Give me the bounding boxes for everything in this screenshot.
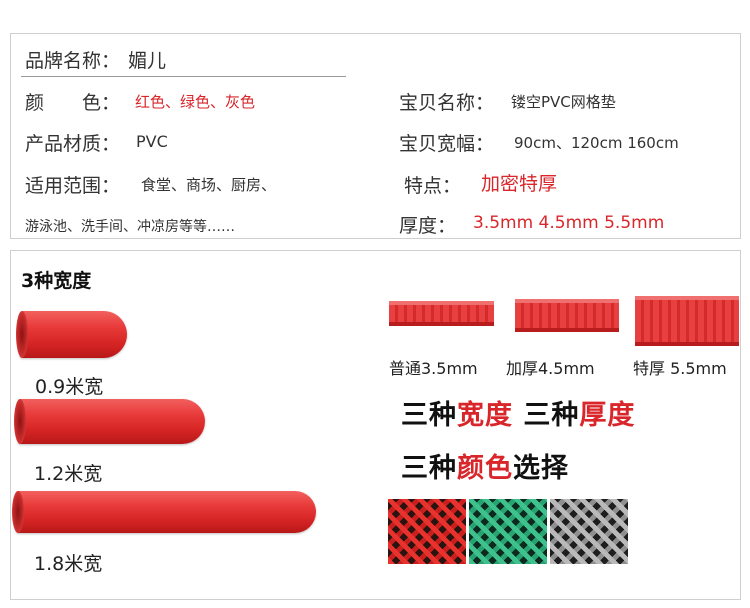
width-label: 宝贝宽幅： [399,133,495,155]
width-0-9m-label: 0.9米宽 [35,376,104,398]
product-name-label: 宝贝名称： [399,92,495,114]
color-value: 红色、绿色、灰色 [135,93,256,111]
thickness-3-5mm-label: 普通3.5mm [389,359,478,378]
color-swatch-green [469,499,547,564]
color-swatch-red [388,499,466,564]
slogan-line-2: 三种颜色选择 [401,446,569,485]
roll-1-2m [14,399,205,444]
roll-1-8m [12,491,316,533]
thickness-5-5mm-label: 特厚 5.5mm [633,359,727,378]
material-value: PVC [136,132,168,151]
width-value: 90cm、120cm 160cm [514,134,679,152]
slogan-choose-word: 选择 [513,453,569,484]
color-label: 颜 色： [25,92,121,114]
product-panel: 3种宽度 0.9米宽 1.2米宽 1.8米宽 普通3.5mm 加厚4.5mm 特… [10,250,741,600]
slogan-thickness-word: 厚度 [579,400,636,431]
brand-value: 媚儿 [128,50,167,72]
usage-value-continued: 游泳池、洗手间、冲凉房等等…… [25,219,235,235]
color-swatch-gray [550,499,628,564]
thickness-value: 3.5mm 4.5mm 5.5mm [473,213,665,233]
width-1-2m-label: 1.2米宽 [34,463,103,485]
sample-5-5mm [635,296,739,346]
usage-value: 食堂、商场、厨房、 [141,176,277,194]
brand-label: 品牌名称： [25,50,121,72]
slogan-width-word: 宽度 [457,400,513,431]
slogan-three-kinds-c: 三种 [401,453,457,484]
material-label: 产品材质： [25,133,121,155]
widths-heading: 3种宽度 [21,270,92,292]
roll-0-9m [16,311,127,358]
usage-label: 适用范围： [25,175,121,197]
sample-3-5mm [389,301,494,326]
feature-value: 加密特厚 [481,173,558,195]
slogan-color-word: 颜色 [457,453,513,484]
feature-label: 特点： [404,175,462,197]
slogan-three-kinds-a: 三种 [401,400,457,431]
product-name-value: 镂空PVC网格垫 [511,93,616,111]
thickness-4-5mm-label: 加厚4.5mm [506,359,595,378]
spec-panel: 品牌名称： 媚儿 颜 色： 红色、绿色、灰色 宝贝名称： 镂空PVC网格垫 产品… [10,33,741,239]
slogan-three-kinds-b: 三种 [513,400,580,431]
slogan-line-1: 三种宽度 三种厚度 [401,393,635,432]
thickness-label: 厚度： [399,215,457,237]
width-1-8m-label: 1.8米宽 [34,553,103,575]
brand-divider [21,76,346,77]
sample-4-5mm [515,299,619,332]
